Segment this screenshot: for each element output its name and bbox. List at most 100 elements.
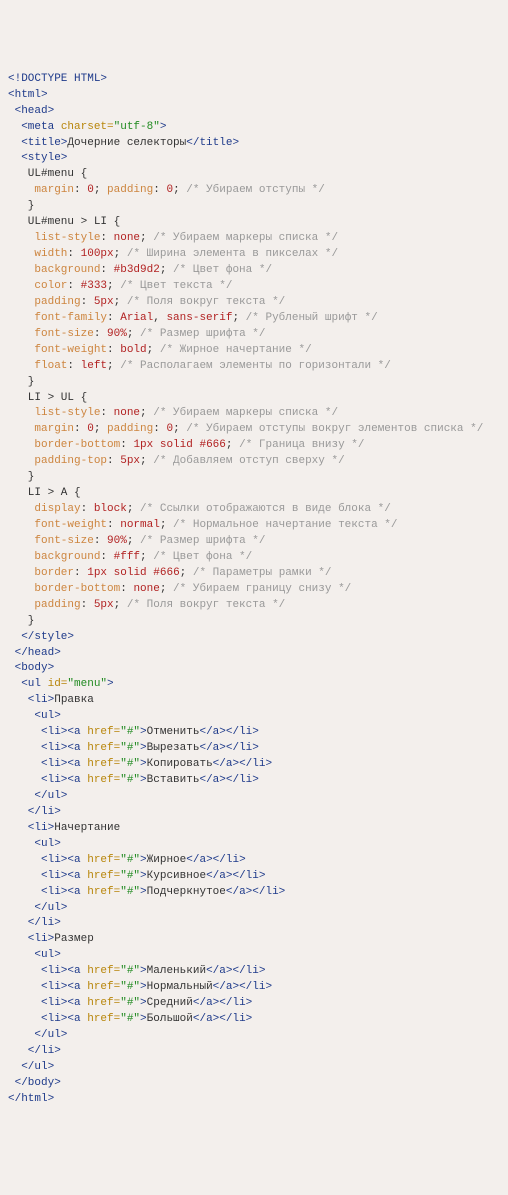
token-prop: border-bottom — [34, 439, 120, 451]
code-line: LI > A { — [8, 486, 500, 502]
token-sel: } — [8, 615, 34, 627]
token-prop: padding — [34, 599, 80, 611]
token-tag: <li><a — [8, 870, 87, 882]
token-cmt: /* Размер шрифта */ — [140, 328, 265, 340]
code-line: <li><a href="#">Средний</a></li> — [8, 996, 500, 1012]
token-tag: </ul> — [8, 1061, 54, 1073]
token-tag: > — [140, 1013, 147, 1025]
token-sel: ; — [173, 423, 186, 435]
token-prop: border — [34, 567, 74, 579]
code-line: <li><a href="#">Вырезать</a></li> — [8, 741, 500, 757]
token-attr: href= — [87, 854, 120, 866]
token-num: 0 — [87, 184, 94, 196]
code-line: </head> — [8, 646, 500, 662]
token-sel — [8, 312, 34, 324]
code-line: <li>Начертание — [8, 821, 500, 837]
token-cmt: /* Цвет фона */ — [153, 551, 252, 563]
code-line: <html> — [8, 88, 500, 104]
token-tag: > — [140, 870, 147, 882]
token-tag: > — [140, 774, 147, 786]
code-line: <li><a href="#">Курсивное</a></li> — [8, 869, 500, 885]
token-sel — [107, 567, 114, 579]
token-cmt: /* Убираем отступы вокруг элементов спис… — [186, 423, 483, 435]
token-sel: ; — [140, 407, 153, 419]
code-line: border-bottom: 1px solid #666; /* Границ… — [8, 438, 500, 454]
code-line: <ul> — [8, 709, 500, 725]
token-sel: : — [100, 232, 113, 244]
token-num: Arial — [120, 312, 153, 324]
code-line: padding: 5px; /* Поля вокруг текста */ — [8, 295, 500, 311]
token-tag: > — [107, 678, 114, 690]
token-sel: } — [8, 376, 34, 388]
token-tag: </title> — [186, 137, 239, 149]
token-sel — [8, 344, 34, 356]
token-sel: ; — [173, 184, 186, 196]
code-line: </ul> — [8, 1028, 500, 1044]
token-sel: , — [153, 312, 166, 324]
token-cmt: /* Ширина элемента в пикселах */ — [127, 248, 338, 260]
token-sel: UL#menu { — [8, 168, 87, 180]
token-num: 5px — [120, 455, 140, 467]
token-sel: : — [100, 407, 113, 419]
token-sel — [8, 328, 34, 340]
code-line: </li> — [8, 1044, 500, 1060]
token-tag: <ul> — [8, 710, 61, 722]
token-cmt: /* Рубленый шрифт */ — [246, 312, 378, 324]
token-tag: <li><a — [8, 758, 87, 770]
code-line: <li><a href="#">Вставить</a></li> — [8, 773, 500, 789]
code-line: list-style: none; /* Убираем маркеры спи… — [8, 231, 500, 247]
token-num: 5px — [94, 296, 114, 308]
token-tag: > — [140, 997, 147, 1009]
token-cmt: /* Цвет текста */ — [120, 280, 232, 292]
code-line: float: left; /* Располагаем элементы по … — [8, 359, 500, 375]
token-tag: </a></li> — [213, 758, 272, 770]
token-sel: : — [67, 360, 80, 372]
token-tag: </a></li> — [206, 870, 265, 882]
token-tag: <li><a — [8, 726, 87, 738]
token-cmt: /* Нормальное начертание текста */ — [173, 519, 397, 531]
token-tag: > — [140, 726, 147, 738]
code-line: list-style: none; /* Убираем маркеры спи… — [8, 406, 500, 422]
token-prop: margin — [34, 423, 74, 435]
token-attr: href= — [87, 726, 120, 738]
token-num: left — [81, 360, 107, 372]
token-tag: <ul> — [8, 949, 61, 961]
code-line: </li> — [8, 916, 500, 932]
code-line: padding-top: 5px; /* Добавляем отступ св… — [8, 454, 500, 470]
token-txt: Отменить — [147, 726, 200, 738]
token-prop: background — [34, 551, 100, 563]
token-num: none — [114, 407, 140, 419]
token-sel: ; — [140, 455, 153, 467]
token-tag: </a></li> — [199, 742, 258, 754]
token-tag: <body> — [8, 662, 54, 674]
token-sel — [8, 567, 34, 579]
token-sel: } — [8, 200, 34, 212]
code-line: } — [8, 470, 500, 486]
token-prop: padding-top — [34, 455, 107, 467]
token-prop: font-family — [34, 312, 107, 324]
token-sel — [8, 519, 34, 531]
token-sel: : — [153, 184, 166, 196]
token-txt: Начертание — [54, 822, 120, 834]
code-line: </ul> — [8, 1060, 500, 1076]
code-line: LI > UL { — [8, 391, 500, 407]
token-num: bold — [120, 344, 146, 356]
token-sel: ; — [140, 232, 153, 244]
code-line: </ul> — [8, 789, 500, 805]
token-txt: Нормальный — [147, 981, 213, 993]
token-num: none — [133, 583, 159, 595]
token-prop: padding — [34, 296, 80, 308]
token-tag: </li> — [8, 1045, 61, 1057]
token-sel — [153, 439, 160, 451]
token-sel: ; — [127, 328, 140, 340]
token-sel: : — [153, 423, 166, 435]
token-cmt: /* Располагаем элементы по горизонтали *… — [120, 360, 391, 372]
code-block: <!DOCTYPE HTML><html> <head> <meta chars… — [8, 72, 500, 1108]
token-val: "menu" — [67, 678, 107, 690]
token-sel: : — [107, 344, 120, 356]
token-prop: float — [34, 360, 67, 372]
code-line: border-bottom: none; /* Убираем границу … — [8, 582, 500, 598]
token-tag: > — [140, 854, 147, 866]
token-tag: <!DOCTYPE HTML> — [8, 73, 107, 85]
token-tag: <li> — [8, 694, 54, 706]
